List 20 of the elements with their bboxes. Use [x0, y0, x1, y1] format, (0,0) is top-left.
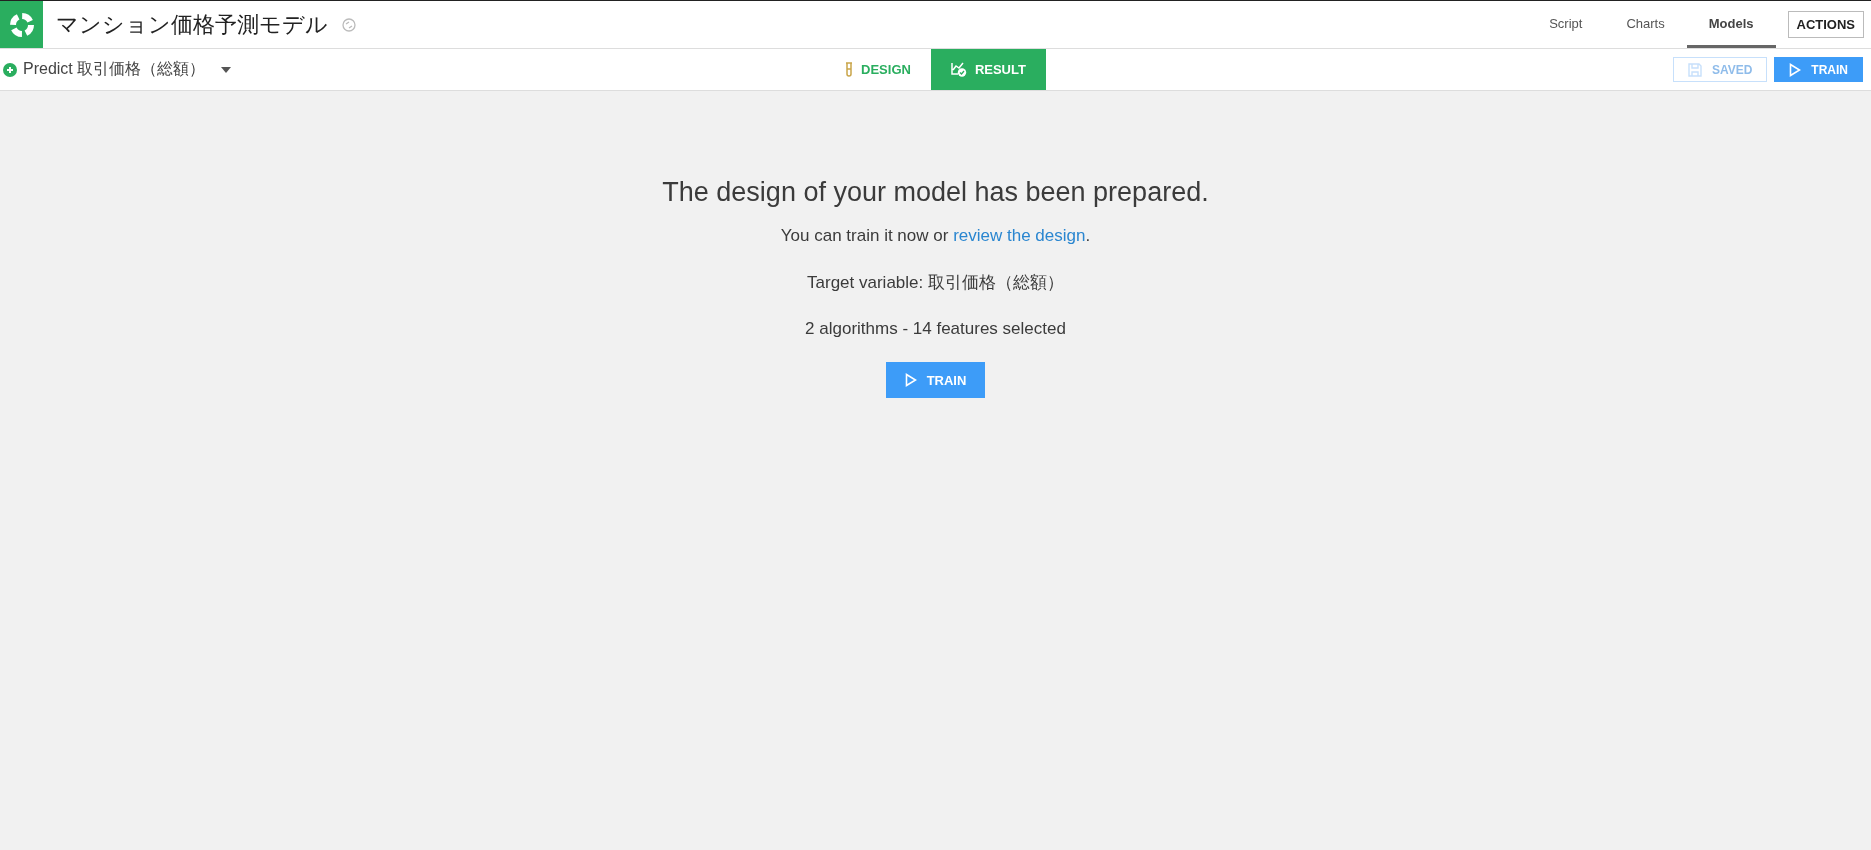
train-button[interactable]: TRAIN — [885, 362, 986, 398]
logo-icon[interactable] — [0, 1, 43, 48]
test-tube-icon — [845, 62, 854, 77]
page-title: マンション価格予測モデル — [56, 10, 328, 39]
actions-button[interactable]: ACTIONS — [1787, 11, 1864, 38]
heading: The design of your model has been prepared. — [662, 177, 1209, 208]
review-design-link[interactable]: review the design — [953, 226, 1086, 245]
summary-text: 2 algorithms - 14 features selected — [805, 319, 1066, 339]
play-icon — [904, 373, 917, 387]
view-tab[interactable]: RESULT — [930, 49, 1046, 90]
target-variable-text: Target variable: 取引価格（総額） — [807, 272, 1064, 294]
play-icon — [1789, 62, 1802, 77]
instruction-text: You can train it now or review the design. — [780, 226, 1091, 246]
nav-tab[interactable]: Script — [1527, 1, 1605, 48]
chart-check-icon — [950, 62, 967, 77]
caret-icon[interactable] — [221, 66, 232, 73]
model-selector[interactable]: Predict 取引価格（総額） — [23, 59, 206, 80]
nav-tab[interactable]: Charts — [1604, 1, 1687, 48]
train-button[interactable]: TRAIN — [1774, 57, 1863, 82]
save-icon — [1687, 62, 1702, 77]
